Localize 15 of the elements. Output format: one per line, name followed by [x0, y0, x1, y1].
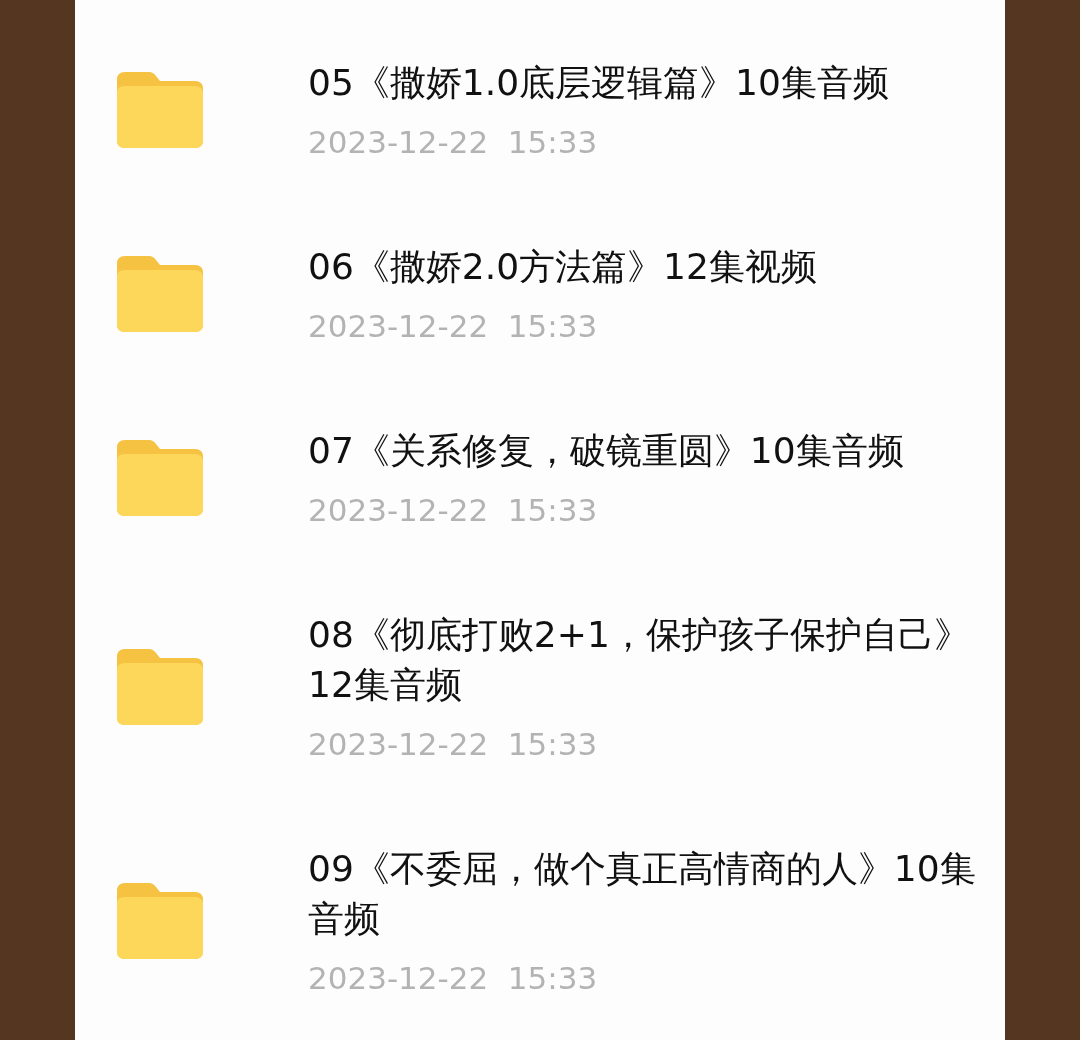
- folder-icon: [117, 72, 203, 148]
- folder-title[interactable]: 06《撒娇2.0方法篇》12集视频: [308, 242, 998, 292]
- folder-date: 2023-12-22 15:33: [308, 491, 599, 530]
- folder-icon: [117, 440, 203, 516]
- folder-title[interactable]: 05《撒娇1.0底层逻辑篇》10集音频: [308, 58, 998, 108]
- folder-date: 2023-12-22 15:33: [308, 307, 599, 346]
- folder-date: 2023-12-22 15:33: [308, 959, 599, 998]
- folder-icon: [117, 649, 203, 725]
- folder-date: 2023-12-22 15:33: [308, 123, 599, 162]
- folder-title[interactable]: 07《关系修复，破镜重圆》10集音频: [308, 426, 998, 476]
- folder-icon: [117, 883, 203, 959]
- folder-date: 2023-12-22 15:33: [308, 725, 599, 764]
- folder-title[interactable]: 08《彻底打败2+1，保护孩子保护自己》12集音频: [308, 610, 998, 710]
- folder-title[interactable]: 09《不委屈，做个真正高情商的人》10集音频: [308, 844, 998, 944]
- folder-icon: [117, 256, 203, 332]
